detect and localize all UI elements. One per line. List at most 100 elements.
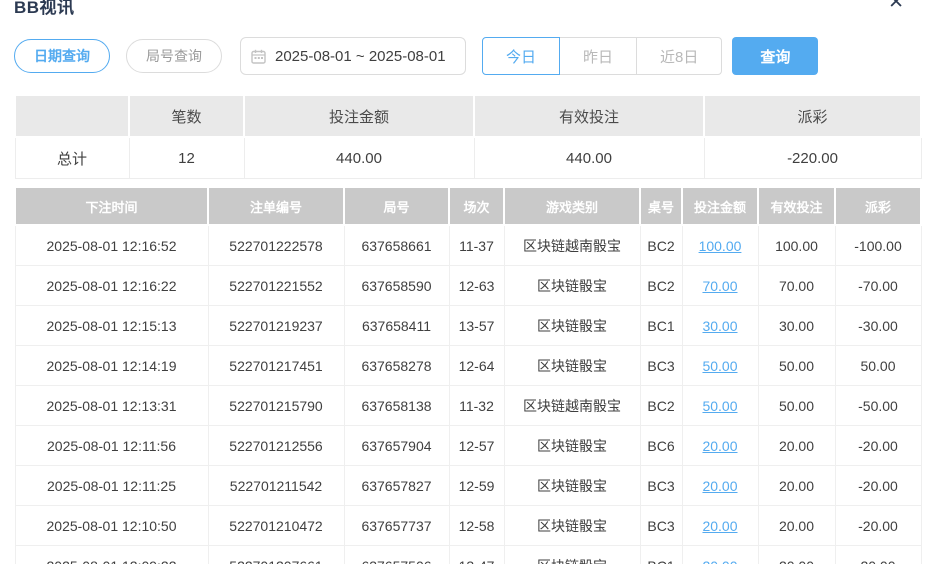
search-button[interactable]: 查询 xyxy=(732,37,818,75)
round-number: 637657904 xyxy=(344,426,449,466)
betting-records-panel: BB视讯 ✕ 日期查询 局号查询 2025-08-01 ~ 2025-08-01… xyxy=(0,0,934,564)
table-number: BC3 xyxy=(640,506,682,546)
game-type: 区块链骰宝 xyxy=(504,306,640,346)
summary-column-header: 派彩 xyxy=(704,95,921,137)
bet-amount-link[interactable]: 30.00 xyxy=(702,318,737,334)
bet-amount-cell: 20.00 xyxy=(682,426,758,466)
records-column-header: 注单编号 xyxy=(208,187,344,225)
summary-total-label: 总计 xyxy=(15,137,129,179)
close-icon[interactable]: ✕ xyxy=(888,0,904,12)
bet-amount-link[interactable]: 100.00 xyxy=(699,238,742,254)
table-row: 2025-08-01 12:09:22522701207661637657506… xyxy=(15,546,921,564)
table-number: BC1 xyxy=(640,546,682,564)
bet-time: 2025-08-01 12:09:22 xyxy=(15,546,208,564)
session: 11-37 xyxy=(449,225,504,266)
round-number: 637658661 xyxy=(344,225,449,266)
order-number: 522701219237 xyxy=(208,306,344,346)
game-type: 区块链越南骰宝 xyxy=(504,225,640,266)
bet-amount-cell: 100.00 xyxy=(682,225,758,266)
table-row: 2025-08-01 12:11:25522701211542637657827… xyxy=(15,466,921,506)
date-range-input[interactable]: 2025-08-01 ~ 2025-08-01 xyxy=(240,37,466,75)
game-type: 区块链骰宝 xyxy=(504,466,640,506)
table-row: 2025-08-01 12:16:52522701222578637658661… xyxy=(15,225,921,266)
records-column-header: 游戏类别 xyxy=(504,187,640,225)
bet-amount-link[interactable]: 50.00 xyxy=(702,358,737,374)
bet-time: 2025-08-01 12:11:56 xyxy=(15,426,208,466)
session: 12-63 xyxy=(449,266,504,306)
today-button[interactable]: 今日 xyxy=(482,37,560,75)
game-type: 区块链骰宝 xyxy=(504,546,640,564)
order-number: 522701215790 xyxy=(208,386,344,426)
summary-count: 12 xyxy=(129,137,244,179)
summary-column-header xyxy=(15,95,129,137)
valid-bet: 70.00 xyxy=(758,266,835,306)
records-column-header: 场次 xyxy=(449,187,504,225)
game-type: 区块链骰宝 xyxy=(504,506,640,546)
order-number: 522701207661 xyxy=(208,546,344,564)
records-column-header: 局号 xyxy=(344,187,449,225)
last-8-days-button[interactable]: 近8日 xyxy=(636,37,722,75)
bet-amount-link[interactable]: 20.00 xyxy=(702,558,737,564)
bet-amount-cell: 50.00 xyxy=(682,346,758,386)
query-toolbar: 日期查询 局号查询 2025-08-01 ~ 2025-08-01 今日 昨日 … xyxy=(14,36,920,76)
payout: 50.00 xyxy=(835,346,921,386)
session: 11-32 xyxy=(449,386,504,426)
payout: 20.00 xyxy=(835,546,921,564)
table-number: BC6 xyxy=(640,426,682,466)
table-row: 2025-08-01 12:13:31522701215790637658138… xyxy=(15,386,921,426)
table-number: BC1 xyxy=(640,306,682,346)
bet-time: 2025-08-01 12:16:52 xyxy=(15,225,208,266)
page-title: BB视讯 xyxy=(14,0,75,18)
yesterday-button[interactable]: 昨日 xyxy=(559,37,637,75)
records-column-header: 桌号 xyxy=(640,187,682,225)
game-type: 区块链越南骰宝 xyxy=(504,386,640,426)
records-column-header: 有效投注 xyxy=(758,187,835,225)
valid-bet: 50.00 xyxy=(758,386,835,426)
session: 12-58 xyxy=(449,506,504,546)
order-number: 522701221552 xyxy=(208,266,344,306)
bet-time: 2025-08-01 12:15:13 xyxy=(15,306,208,346)
date-query-button[interactable]: 日期查询 xyxy=(14,39,110,73)
round-number: 637657506 xyxy=(344,546,449,564)
bet-time: 2025-08-01 12:14:19 xyxy=(15,346,208,386)
bet-amount-link[interactable]: 50.00 xyxy=(702,398,737,414)
table-number: BC2 xyxy=(640,266,682,306)
order-number: 522701210472 xyxy=(208,506,344,546)
session: 12-59 xyxy=(449,466,504,506)
valid-bet: 20.00 xyxy=(758,546,835,564)
summary-total-row: 总计 12 440.00 440.00 -220.00 xyxy=(15,137,921,179)
bet-amount-link[interactable]: 70.00 xyxy=(702,278,737,294)
summary-column-header: 笔数 xyxy=(129,95,244,137)
order-number: 522701212556 xyxy=(208,426,344,466)
valid-bet: 100.00 xyxy=(758,225,835,266)
table-row: 2025-08-01 12:15:13522701219237637658411… xyxy=(15,306,921,346)
valid-bet: 50.00 xyxy=(758,346,835,386)
valid-bet: 20.00 xyxy=(758,426,835,466)
bet-amount-link[interactable]: 20.00 xyxy=(702,518,737,534)
bet-amount-link[interactable]: 20.00 xyxy=(702,478,737,494)
table-row: 2025-08-01 12:14:19522701217451637658278… xyxy=(15,346,921,386)
bet-time: 2025-08-01 12:16:22 xyxy=(15,266,208,306)
table-number: BC2 xyxy=(640,225,682,266)
records-column-header: 派彩 xyxy=(835,187,921,225)
quick-range-group: 今日 昨日 近8日 xyxy=(482,37,722,75)
round-number: 637657827 xyxy=(344,466,449,506)
summary-column-header: 有效投注 xyxy=(474,95,704,137)
round-number: 637657737 xyxy=(344,506,449,546)
records-body: 2025-08-01 12:16:52522701222578637658661… xyxy=(15,225,921,564)
records-table: 下注时间注单编号局号场次游戏类别桌号投注金额有效投注派彩 2025-08-01 … xyxy=(14,186,922,564)
valid-bet: 30.00 xyxy=(758,306,835,346)
round-query-button[interactable]: 局号查询 xyxy=(126,39,222,73)
payout: -20.00 xyxy=(835,426,921,466)
table-number: BC3 xyxy=(640,466,682,506)
session: 12-64 xyxy=(449,346,504,386)
summary-valid-bet: 440.00 xyxy=(474,137,704,179)
bet-amount-cell: 20.00 xyxy=(682,506,758,546)
valid-bet: 20.00 xyxy=(758,506,835,546)
records-header-row: 下注时间注单编号局号场次游戏类别桌号投注金额有效投注派彩 xyxy=(15,187,921,225)
summary-header-row: 笔数投注金额有效投注派彩 xyxy=(15,95,921,137)
bet-amount-link[interactable]: 20.00 xyxy=(702,438,737,454)
payout: -30.00 xyxy=(835,306,921,346)
session: 12-57 xyxy=(449,426,504,466)
round-number: 637658278 xyxy=(344,346,449,386)
